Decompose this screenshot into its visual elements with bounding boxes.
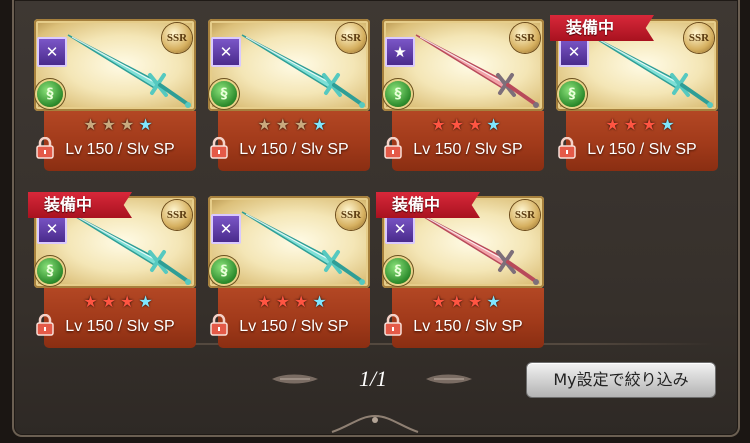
rarity-star-icon: ★ bbox=[660, 115, 679, 134]
ssr-rarity-badge: SSR bbox=[336, 200, 366, 230]
weapon-level-text: Lv 150 / Slv SP bbox=[413, 318, 523, 335]
bottom-ornament-icon bbox=[331, 414, 419, 433]
rarity-star-icon: ★ bbox=[257, 115, 276, 134]
weapon-level-text: Lv 150 / Slv SP bbox=[239, 141, 349, 158]
rarity-star-icon: ★ bbox=[486, 292, 505, 311]
weapon-level-text: Lv 150 / Slv SP bbox=[65, 141, 175, 158]
weapon-card[interactable]: SSR ✕ § ★★★★ Lv 150 / Slv SP bbox=[208, 196, 370, 348]
rarity-star-icon: ★ bbox=[486, 115, 505, 134]
prev-page-arrow-icon[interactable] bbox=[270, 373, 320, 385]
rarity-star-icon: ★ bbox=[294, 292, 313, 311]
weapon-info: ★★★★ Lv 150 / Slv SP bbox=[36, 111, 196, 171]
my-settings-filter-button[interactable]: My設定で絞り込み bbox=[526, 362, 716, 398]
weapon-info: ★★★★ Lv 150 / Slv SP bbox=[384, 111, 544, 171]
rarity-stars: ★★★★ bbox=[218, 292, 370, 312]
weapon-card[interactable]: 装備中 SSR ✕ § ★★★★ Lv 150 / Slv SP bbox=[376, 192, 544, 348]
rarity-stars: ★★★★ bbox=[392, 292, 544, 312]
wind-element-icon: § bbox=[211, 258, 237, 284]
weapon-type-icon: ✕ bbox=[37, 37, 67, 67]
weapon-art: SSR ✕ § bbox=[208, 196, 370, 288]
rarity-star-icon: ★ bbox=[312, 115, 331, 134]
rarity-star-icon: ★ bbox=[605, 115, 624, 134]
ssr-rarity-badge: SSR bbox=[162, 200, 192, 230]
weapon-card[interactable]: SSR ★ § ★★★★ Lv 150 / Slv SP bbox=[382, 19, 544, 171]
rarity-star-icon: ★ bbox=[101, 115, 120, 134]
rarity-star-icon: ★ bbox=[468, 292, 487, 311]
weapon-level-text: Lv 150 / Slv SP bbox=[413, 141, 523, 158]
ssr-rarity-badge: SSR bbox=[510, 23, 540, 53]
weapon-type-icon: ✕ bbox=[559, 37, 589, 67]
wind-element-icon: § bbox=[37, 258, 63, 284]
rarity-star-icon: ★ bbox=[449, 292, 468, 311]
wind-element-icon: § bbox=[211, 81, 237, 107]
equipped-ribbon: 装備中 bbox=[550, 15, 654, 41]
rarity-star-icon: ★ bbox=[623, 115, 642, 134]
rarity-star-icon: ★ bbox=[83, 115, 102, 134]
rarity-stars: ★★★★ bbox=[44, 292, 196, 312]
weapon-level-text: Lv 150 / Slv SP bbox=[239, 318, 349, 335]
next-page-arrow-icon[interactable] bbox=[424, 373, 474, 385]
ssr-rarity-badge: SSR bbox=[336, 23, 366, 53]
pagination: 1/1 bbox=[270, 364, 472, 394]
rarity-stars: ★★★★ bbox=[44, 115, 196, 135]
weapon-info: ★★★★ Lv 150 / Slv SP bbox=[384, 288, 544, 348]
weapon-level-text: Lv 150 / Slv SP bbox=[587, 141, 697, 158]
rarity-stars: ★★★★ bbox=[566, 115, 718, 135]
weapon-type-icon: ✕ bbox=[385, 214, 415, 244]
rarity-star-icon: ★ bbox=[312, 292, 331, 311]
rarity-star-icon: ★ bbox=[138, 292, 157, 311]
rarity-star-icon: ★ bbox=[275, 292, 294, 311]
rarity-star-icon: ★ bbox=[294, 115, 313, 134]
ssr-rarity-badge: SSR bbox=[162, 23, 192, 53]
rarity-star-icon: ★ bbox=[120, 115, 139, 134]
rarity-star-icon: ★ bbox=[642, 115, 661, 134]
weapon-type-icon: ✕ bbox=[37, 214, 67, 244]
rarity-stars: ★★★★ bbox=[218, 115, 370, 135]
weapon-art: SSR ★ § bbox=[382, 19, 544, 111]
ssr-rarity-badge: SSR bbox=[684, 23, 714, 53]
rarity-star-icon: ★ bbox=[101, 292, 120, 311]
weapon-type-icon: ✕ bbox=[211, 37, 241, 67]
ssr-rarity-badge: SSR bbox=[510, 200, 540, 230]
equipped-ribbon: 装備中 bbox=[376, 192, 480, 218]
rarity-star-icon: ★ bbox=[431, 115, 450, 134]
weapon-info: ★★★★ Lv 150 / Slv SP bbox=[36, 288, 196, 348]
rarity-stars: ★★★★ bbox=[392, 115, 544, 135]
weapon-card[interactable]: 装備中 SSR ✕ § ★★★★ Lv 150 / Slv SP bbox=[550, 15, 718, 171]
rarity-star-icon: ★ bbox=[257, 292, 276, 311]
wind-element-icon: § bbox=[559, 81, 585, 107]
weapon-art: SSR ✕ § bbox=[34, 19, 196, 111]
rarity-star-icon: ★ bbox=[468, 115, 487, 134]
rarity-star-icon: ★ bbox=[120, 292, 139, 311]
wind-element-icon: § bbox=[385, 81, 411, 107]
weapon-info: ★★★★ Lv 150 / Slv SP bbox=[558, 111, 718, 171]
rarity-star-icon: ★ bbox=[275, 115, 294, 134]
rarity-star-icon: ★ bbox=[83, 292, 102, 311]
equipped-ribbon: 装備中 bbox=[28, 192, 132, 218]
weapon-card[interactable]: 装備中 SSR ✕ § ★★★★ Lv 150 / Slv SP bbox=[28, 192, 196, 348]
weapon-type-icon: ★ bbox=[385, 37, 415, 67]
weapon-info: ★★★★ Lv 150 / Slv SP bbox=[210, 111, 370, 171]
weapon-level-text: Lv 150 / Slv SP bbox=[65, 318, 175, 335]
page-indicator: 1/1 bbox=[358, 366, 388, 391]
wind-element-icon: § bbox=[385, 258, 411, 284]
rarity-star-icon: ★ bbox=[431, 292, 450, 311]
weapon-art: SSR ✕ § bbox=[208, 19, 370, 111]
weapon-info: ★★★★ Lv 150 / Slv SP bbox=[210, 288, 370, 348]
wind-element-icon: § bbox=[37, 81, 63, 107]
weapon-card[interactable]: SSR ✕ § ★★★★ Lv 150 / Slv SP bbox=[34, 19, 196, 171]
weapon-card[interactable]: SSR ✕ § ★★★★ Lv 150 / Slv SP bbox=[208, 19, 370, 171]
rarity-star-icon: ★ bbox=[138, 115, 157, 134]
weapon-type-icon: ✕ bbox=[211, 214, 241, 244]
rarity-star-icon: ★ bbox=[449, 115, 468, 134]
